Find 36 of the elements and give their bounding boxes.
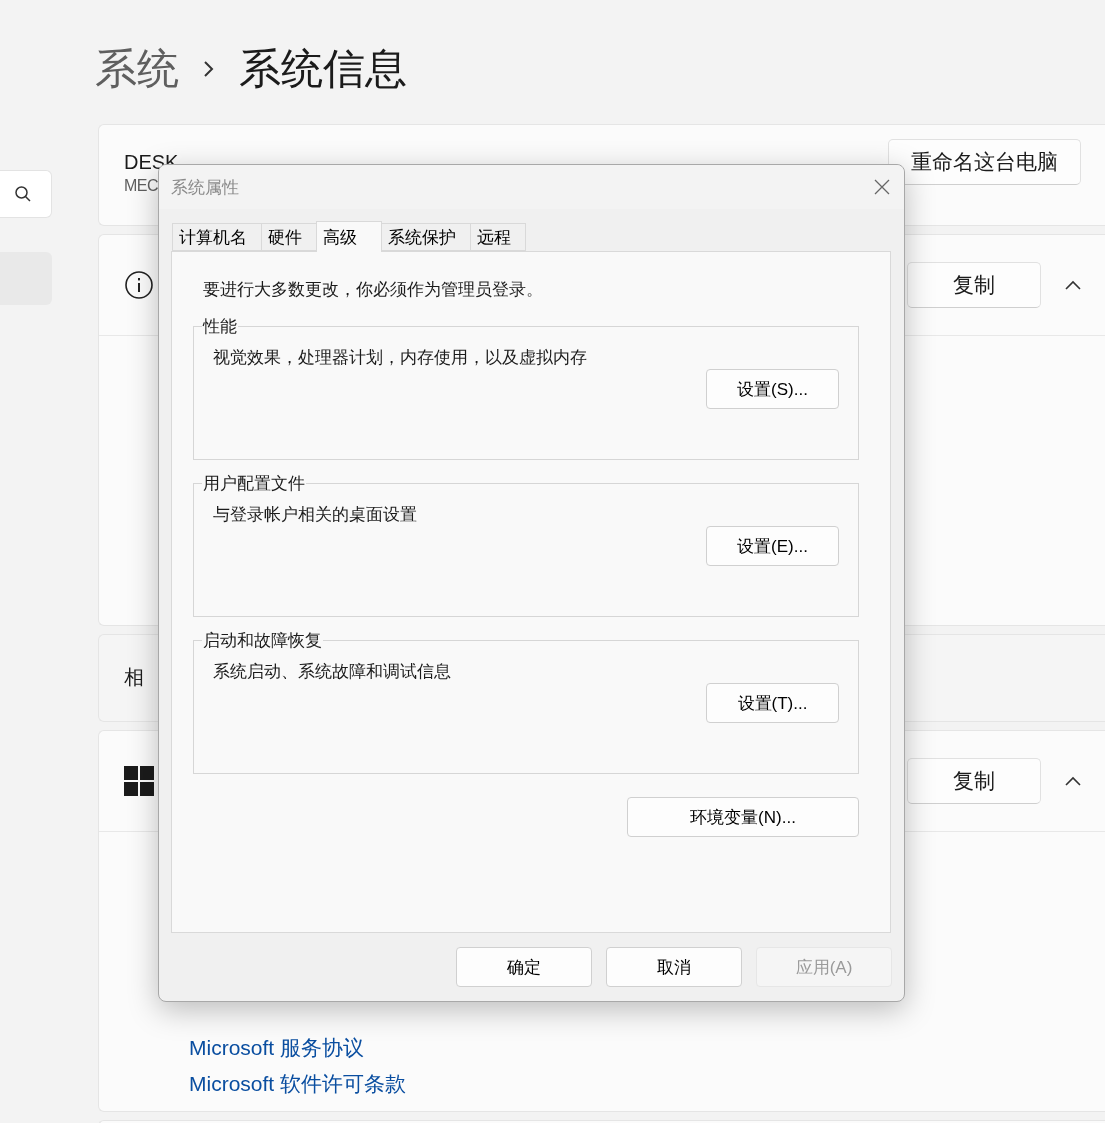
- windows-logo-icon: [124, 766, 154, 796]
- device-model: MEC: [124, 176, 159, 196]
- chevron-up-icon[interactable]: [1065, 776, 1081, 786]
- admin-notice: 要进行大多数更改，你必须作为管理员登录。: [203, 279, 544, 301]
- chevron-right-icon: [203, 59, 215, 79]
- settings-button[interactable]: 设置(T)...: [706, 683, 839, 723]
- dialog-tab[interactable]: 计算机名: [172, 223, 262, 251]
- breadcrumb-item: 系统信息: [239, 44, 407, 94]
- dialog-tab[interactable]: 系统保护: [381, 223, 471, 251]
- group-description: 与登录帐户相关的桌面设置: [213, 504, 418, 526]
- group-title: 用户配置文件: [202, 473, 306, 495]
- section-label: 相: [124, 665, 144, 689]
- breadcrumb-item[interactable]: 系统: [95, 41, 179, 97]
- search-field[interactable]: [0, 170, 52, 218]
- chevron-up-icon[interactable]: [1065, 280, 1081, 290]
- dialog-tab[interactable]: 高级: [316, 221, 382, 252]
- copy-button[interactable]: 复制: [907, 758, 1041, 804]
- environment-variables-button[interactable]: 环境变量(N)...: [627, 797, 859, 837]
- dialog-title: 系统属性: [171, 176, 239, 199]
- group-title: 性能: [202, 316, 238, 338]
- info-icon: [124, 270, 154, 300]
- dialog-button[interactable]: 确定: [456, 947, 592, 987]
- group-description: 视觉效果，处理器计划，内存使用，以及虚拟内存: [213, 347, 588, 369]
- dialog-button[interactable]: 取消: [606, 947, 742, 987]
- rename-button[interactable]: 重命名这台电脑: [888, 139, 1081, 185]
- copy-button[interactable]: 复制: [907, 262, 1041, 308]
- agreement-link[interactable]: Microsoft 服务协议: [189, 1036, 364, 1059]
- group-title: 启动和故障恢复: [202, 630, 323, 652]
- close-icon[interactable]: [874, 179, 890, 195]
- search-icon: [14, 185, 32, 203]
- agreement-link[interactable]: Microsoft 软件许可条款: [189, 1072, 406, 1095]
- settings-button[interactable]: 设置(S)...: [706, 369, 839, 409]
- settings-button[interactable]: 设置(E)...: [706, 526, 839, 566]
- dialog-tab[interactable]: 远程: [470, 223, 526, 251]
- dialog-tab[interactable]: 硬件: [261, 223, 317, 251]
- group-description: 系统启动、系统故障和调试信息: [213, 661, 452, 683]
